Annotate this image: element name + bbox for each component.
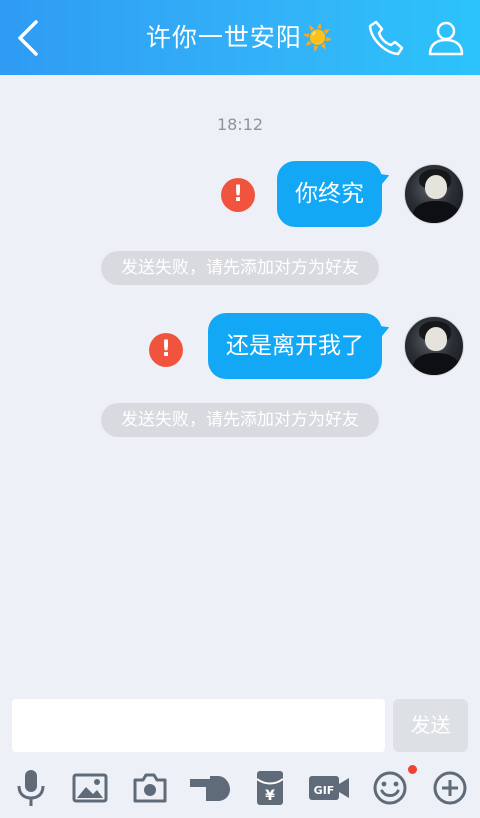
- gif-icon: GIF: [309, 776, 349, 800]
- chat-header: 许你一世安阳☀️: [0, 0, 480, 75]
- camera-icon: [133, 773, 167, 803]
- message-input[interactable]: [12, 699, 385, 752]
- poke-button[interactable]: [188, 766, 232, 810]
- svg-text:¥: ¥: [265, 788, 275, 804]
- message-timestamp: 18:12: [216, 115, 264, 134]
- svg-text:GIF: GIF: [314, 784, 335, 797]
- more-button[interactable]: [428, 766, 472, 810]
- system-notice: 发送失败，请先添加对方为好友: [101, 403, 379, 437]
- plus-icon: [433, 771, 467, 805]
- poke-hand-icon: [190, 776, 230, 801]
- call-button[interactable]: [364, 16, 408, 60]
- camera-button[interactable]: [128, 766, 172, 810]
- image-button[interactable]: [68, 766, 112, 810]
- send-failed-icon[interactable]: !: [221, 178, 255, 212]
- message-bubble[interactable]: 还是离开我了: [208, 313, 382, 379]
- chat-title: 许你一世安阳☀️: [0, 20, 480, 56]
- system-notice: 发送失败，请先添加对方为好友: [101, 251, 379, 285]
- phone-icon: [368, 20, 404, 56]
- gif-button[interactable]: GIF: [307, 766, 351, 810]
- red-packet-icon: ¥: [256, 771, 284, 805]
- contact-name: 许你一世安阳: [145, 23, 302, 52]
- image-icon: [72, 773, 108, 803]
- notification-dot: [408, 765, 417, 774]
- microphone-icon: [17, 770, 45, 806]
- user-icon: [428, 21, 464, 56]
- emoji-button[interactable]: [368, 766, 412, 810]
- sun-emoji: ☀️: [301, 23, 335, 52]
- voice-button[interactable]: [9, 766, 53, 810]
- send-failed-icon[interactable]: !: [149, 333, 183, 367]
- emoji-icon: [373, 771, 407, 805]
- avatar[interactable]: [404, 164, 464, 224]
- profile-button[interactable]: [424, 16, 468, 60]
- red-packet-button[interactable]: ¥: [248, 766, 292, 810]
- message-row: ! 还是离开我了: [0, 313, 480, 379]
- message-bubble[interactable]: 你终究: [277, 161, 382, 227]
- message-row: ! 你终究: [0, 161, 480, 227]
- send-button[interactable]: 发送: [393, 699, 468, 752]
- avatar[interactable]: [404, 316, 464, 376]
